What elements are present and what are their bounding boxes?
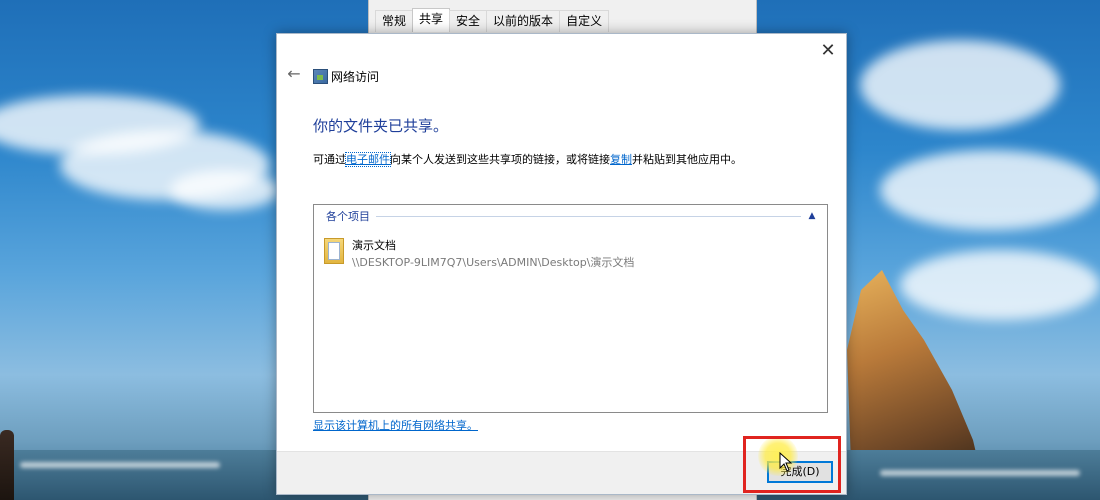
network-access-icon (313, 69, 328, 84)
list-item[interactable]: 演示文档 \\DESKTOP-9LIM7Q7\Users\ADMIN\Deskt… (322, 237, 642, 271)
tab-customize[interactable]: 自定义 (559, 10, 610, 32)
tab-general[interactable]: 常规 (375, 10, 414, 32)
tab-security[interactable]: 安全 (449, 10, 488, 32)
tab-sharing[interactable]: 共享 (412, 8, 451, 32)
back-button[interactable]: ← (285, 65, 303, 83)
dialog-title: 网络访问 (331, 70, 380, 84)
items-group-header[interactable]: 各个项目 ▲ (326, 209, 819, 223)
close-button[interactable]: ✕ (816, 40, 840, 62)
chevron-up-icon[interactable]: ▲ (805, 211, 819, 221)
network-access-dialog: ✕ ← 网络访问 你的文件夹已共享。 可通过电子邮件向某个人发送到这些共享项的链… (276, 33, 847, 495)
share-description: 可通过电子邮件向某个人发送到这些共享项的链接，或将链接复制并粘贴到其他应用中。 (313, 151, 742, 167)
person-silhouette (0, 430, 14, 500)
cloud (880, 150, 1100, 230)
close-icon: ✕ (820, 40, 836, 61)
description-suffix: 并粘贴到其他应用中。 (632, 153, 742, 166)
shared-heading: 你的文件夹已共享。 (313, 117, 449, 135)
tab-previous-versions[interactable]: 以前的版本 (486, 10, 561, 32)
wave-foam (20, 462, 220, 468)
cloud (900, 250, 1100, 320)
cloud (860, 40, 1060, 130)
dialog-footer: 完成(D) (277, 451, 846, 494)
properties-tab-bar: 常规 共享 安全 以前的版本 自定义 (375, 8, 610, 32)
finish-button[interactable]: 完成(D) (767, 461, 833, 483)
wave-foam (880, 470, 1080, 476)
description-middle: 向某个人发送到这些共享项的链接，或将链接 (390, 153, 610, 166)
description-prefix: 可通过 (313, 153, 346, 166)
shared-items-list: 各个项目 ▲ 演示文档 \\DESKTOP-9LIM7Q7\Users\ADMI… (313, 204, 828, 413)
shared-folder-icon (324, 238, 344, 264)
show-all-shares-link[interactable]: 显示该计算机上的所有网络共享。 (313, 417, 478, 433)
copy-link[interactable]: 复制 (610, 153, 632, 166)
item-name: 演示文档 (352, 239, 396, 252)
email-link[interactable]: 电子邮件 (345, 152, 391, 167)
group-divider (376, 215, 801, 217)
cloud (170, 170, 280, 210)
back-arrow-icon: ← (287, 64, 301, 83)
items-group-label: 各个项目 (326, 210, 370, 223)
item-network-path: \\DESKTOP-9LIM7Q7\Users\ADMIN\Desktop\演示… (352, 256, 635, 269)
